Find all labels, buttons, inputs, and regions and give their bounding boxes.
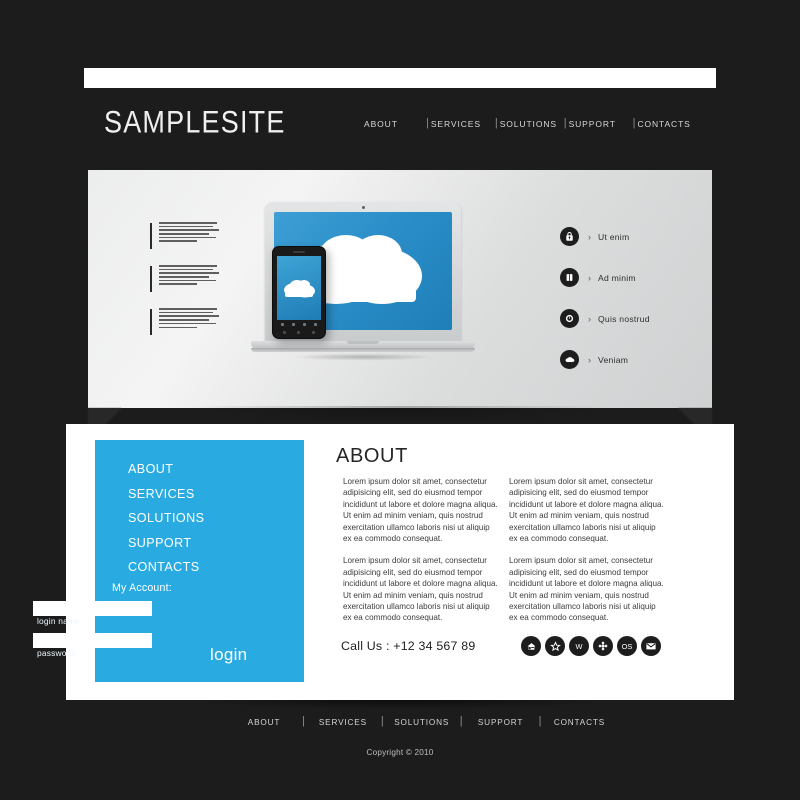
nav-item-services[interactable]: SERVICES (431, 119, 493, 129)
hero-feature-item[interactable]: › Veniam (560, 349, 650, 370)
sidebar-item-contacts[interactable]: CONTACTS (128, 560, 204, 574)
site-header: SAMPLESITE ABOUT | SERVICES | SOLUTIONS … (84, 100, 716, 158)
w-icon[interactable]: W (569, 636, 589, 656)
sidebar-item-solutions[interactable]: SOLUTIONS (128, 511, 204, 525)
hero-snippet (150, 222, 221, 250)
top-white-bar (84, 68, 716, 88)
mail-icon[interactable] (641, 636, 661, 656)
nav-item-solutions[interactable]: SOLUTIONS (500, 119, 562, 129)
hero-feature-item[interactable]: › Quis nostrud (560, 308, 650, 329)
my-account-label: My Account: (112, 582, 172, 594)
social-label: OS (621, 641, 633, 651)
about-column-right: Lorem ipsum dolor sit amet, consectetur … (509, 476, 664, 635)
hero-feature-item[interactable]: › Ut enim (560, 226, 650, 247)
call-us-text: Call Us : +12 34 567 89 (341, 639, 476, 653)
home-icon[interactable] (521, 636, 541, 656)
footer-navigation: ABOUT | SERVICES | SOLUTIONS | SUPPORT |… (228, 715, 615, 728)
footer-item-about[interactable]: ABOUT (228, 718, 300, 727)
about-paragraph: Lorem ipsum dolor sit amet, consectetur … (509, 477, 664, 544)
cloud-icon (560, 350, 579, 369)
login-name-input[interactable] (33, 601, 152, 616)
social-label: W (575, 641, 583, 651)
footer-separator: | (302, 715, 305, 727)
password-input[interactable] (33, 633, 152, 648)
footer-item-solutions[interactable]: SOLUTIONS (386, 718, 458, 727)
chevron-right-icon: › (588, 272, 591, 283)
star-icon[interactable] (545, 636, 565, 656)
os-icon[interactable]: OS (617, 636, 637, 656)
chevron-right-icon: › (588, 354, 591, 365)
hero-feature-label: Quis nostrud (598, 313, 650, 324)
about-paragraph: Lorem ipsum dolor sit amet, consectetur … (343, 477, 498, 544)
chevron-right-icon: › (588, 231, 591, 242)
book-icon (560, 268, 579, 287)
sidebar-item-support[interactable]: SUPPORT (128, 536, 204, 550)
sidebar-item-about[interactable]: ABOUT (128, 462, 204, 476)
hero-snippet (150, 265, 221, 293)
nav-separator: | (563, 117, 567, 129)
hero-feature-label: Ad minim (598, 272, 636, 283)
hero-banner: › Ut enim › Ad minim › Quis nostrud › Ve… (88, 170, 712, 408)
page-title: ABOUT (336, 445, 408, 467)
footer-separator: | (380, 715, 384, 727)
hero-feature-item[interactable]: › Ad minim (560, 267, 650, 288)
nav-item-support[interactable]: SUPPORT (569, 119, 631, 129)
laptop-camera-icon (361, 206, 365, 209)
chevron-right-icon: › (588, 313, 591, 324)
password-caption: password (37, 648, 75, 658)
compass-icon[interactable] (593, 636, 613, 656)
nav-separator: | (426, 117, 429, 129)
about-column-left: Lorem ipsum dolor sit amet, consectetur … (343, 476, 498, 635)
nav-item-contacts[interactable]: CONTACTS (637, 119, 699, 129)
social-icon-list: W OS (521, 636, 661, 656)
sidebar-item-services[interactable]: SERVICES (128, 487, 204, 501)
footer-item-support[interactable]: SUPPORT (465, 718, 537, 727)
sidebar-navigation: ABOUT SERVICES SOLUTIONS SUPPORT CONTACT… (128, 462, 204, 585)
phone-screen (277, 256, 321, 320)
smartphone-illustration (272, 246, 326, 339)
phone-soft-buttons (277, 329, 321, 335)
clock-icon (560, 309, 579, 328)
lock-icon (560, 227, 579, 246)
copyright-text: Copyright © 2010 (366, 748, 434, 757)
nav-item-about[interactable]: ABOUT (364, 119, 424, 129)
about-paragraph: Lorem ipsum dolor sit amet, consectetur … (509, 556, 664, 623)
footer-separator: | (459, 715, 463, 727)
hero-feature-label: Ut enim (598, 231, 630, 242)
about-paragraph: Lorem ipsum dolor sit amet, consectetur … (343, 556, 498, 623)
footer-item-contacts[interactable]: CONTACTS (543, 718, 615, 727)
footer-item-services[interactable]: SERVICES (307, 718, 379, 727)
hero-feature-list: › Ut enim › Ad minim › Quis nostrud › Ve… (560, 226, 650, 390)
laptop-shadow (257, 352, 469, 362)
hero-snippet (150, 308, 221, 336)
login-name-caption: login name (37, 616, 80, 626)
laptop-notch (347, 341, 379, 344)
footer-separator: | (538, 715, 542, 727)
cloud-icon (284, 280, 315, 298)
login-button[interactable]: login (210, 645, 247, 665)
primary-navigation: ABOUT | SERVICES | SOLUTIONS | SUPPORT |… (364, 117, 699, 130)
phone-app-icons (277, 321, 321, 327)
nav-separator: | (494, 117, 498, 129)
hero-snippet-list (150, 222, 221, 351)
nav-separator: | (632, 117, 636, 129)
site-logo[interactable]: SAMPLESITE (104, 104, 286, 141)
hero-feature-label: Veniam (598, 354, 629, 365)
website-mockup: SAMPLESITE ABOUT | SERVICES | SOLUTIONS … (0, 0, 800, 800)
phone-speaker (293, 251, 305, 253)
